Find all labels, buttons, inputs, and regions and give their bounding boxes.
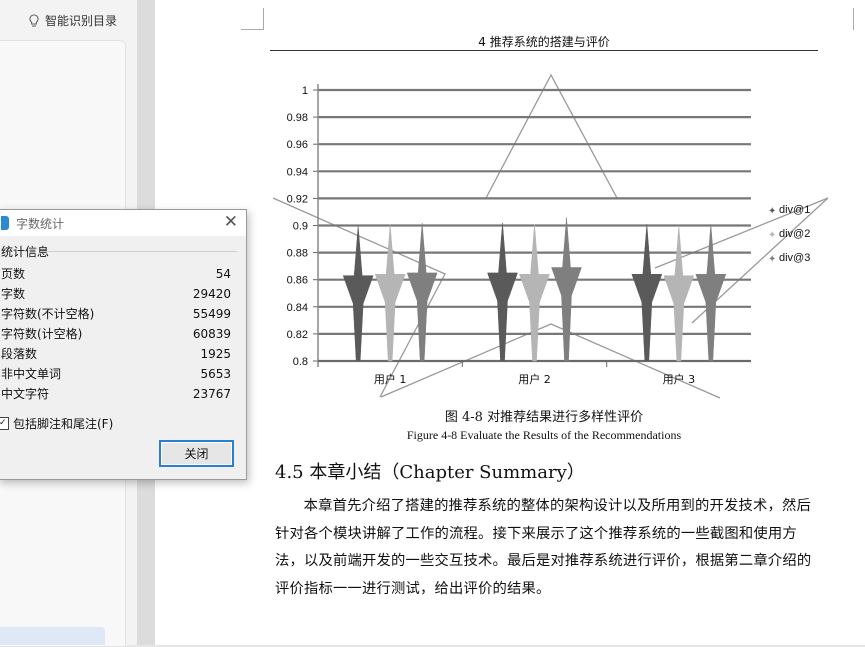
legend-label: div@1: [779, 204, 810, 216]
y-tick-label: 0.94: [287, 166, 308, 178]
app-icon: [1, 216, 9, 230]
page-header: 4 推荐系统的搭建与评价: [478, 35, 610, 49]
legend-label: div@3: [779, 252, 810, 264]
stat-value: 60839: [192, 327, 231, 341]
y-tick-label: 0.92: [287, 193, 308, 205]
y-tick-label: 0.9: [293, 221, 308, 233]
y-tick-label: 0.88: [287, 248, 308, 260]
stat-label: 段落数: [1, 347, 38, 361]
toc-selected-item[interactable]: [0, 627, 105, 645]
section-title: 4.5 本章小结（Chapter Summary）: [275, 462, 585, 483]
bar-div-1-3: [631, 224, 663, 362]
decor-line: [485, 73, 618, 199]
figure-caption-en: Figure 4-8 Evaluate the Results of the R…: [406, 428, 682, 442]
legend-label: div@2: [779, 228, 810, 240]
legend-marker: ✦: [768, 230, 776, 241]
body-paragraph: 本章首先介绍了搭建的推荐系统的整体的架构设计以及所用到的开发技术，然后针对各个模…: [275, 498, 812, 597]
bar-div-3-1: [406, 222, 438, 362]
stat-value: 29420: [192, 287, 231, 301]
bar-div-2-3: [663, 225, 695, 362]
page-corner-mark: [853, 8, 854, 30]
dialog-titlebar[interactable]: 字数统计 ✕: [0, 210, 246, 236]
stat-row: 非中文单词 5653: [0, 364, 231, 384]
stat-row: 段落数 1925: [0, 344, 231, 364]
stat-row: 中文字符 23767: [0, 384, 231, 404]
legend-marker: ✦: [768, 206, 776, 217]
bar-div-3-2: [551, 217, 582, 362]
bar-div-1-1: [342, 225, 374, 362]
stat-label: 页数: [1, 267, 26, 281]
stat-label: 字符数(不计空格): [1, 307, 95, 321]
page-corner-mark: [263, 8, 264, 30]
page-corner-mark: [241, 29, 264, 30]
x-tick-label: 用户 1: [374, 372, 407, 386]
y-tick-label: 1: [302, 85, 308, 97]
stat-row: 页数 54: [0, 264, 231, 284]
bar-div-3-3: [695, 224, 727, 362]
x-tick-label: 用户 2: [518, 372, 551, 386]
y-tick-label: 0.98: [287, 112, 308, 124]
stat-value: 1925: [200, 347, 231, 361]
stat-value: 55499: [192, 307, 231, 321]
smart-toc-label: 智能识别目录: [45, 14, 118, 28]
stat-row: 字数 29420: [0, 284, 231, 304]
dialog-title: 字数统计: [16, 216, 65, 231]
y-tick-label: 0.82: [287, 329, 308, 341]
y-tick-label: 0.8: [293, 356, 308, 368]
stat-value: 23767: [192, 387, 231, 401]
close-button[interactable]: 关闭: [159, 440, 234, 467]
stat-label: 中文字符: [1, 387, 50, 401]
word-count-dialog: 字数统计 ✕ 统计信息 页数 54 字数 29420 字符数(不计空格) 55499 字符数…: [0, 209, 247, 480]
stat-label: 字符数(计空格): [1, 327, 83, 341]
stat-label: 非中文单词: [1, 367, 62, 381]
header-rule: [270, 50, 818, 51]
legend-marker: ✦: [768, 254, 776, 265]
stat-value: 54: [215, 267, 231, 281]
smart-toc-toggle[interactable]: 智能识别目录: [28, 12, 117, 29]
close-icon[interactable]: ✕: [224, 212, 238, 232]
stat-row: 字符数(不计空格) 55499: [0, 304, 231, 324]
diversity-chart: 0.8 0.82 0.84 0.86 0.88 0.9 0.92 0.94 0.96 0.98 1 用…: [272, 73, 829, 399]
x-tick-label: 用户 3: [663, 372, 696, 386]
checkbox-label: 包括脚注和尾注(F): [13, 417, 114, 431]
checkbox-check-icon[interactable]: ✓: [0, 417, 9, 430]
lightbulb-icon: [29, 13, 39, 27]
bar-div-2-2: [519, 224, 550, 362]
group-divider: [41, 251, 237, 252]
y-tick-label: 0.84: [287, 302, 308, 314]
stat-row: 字符数(计空格) 60839: [0, 324, 231, 344]
stats-list: 页数 54 字数 29420 字符数(不计空格) 55499 字符数(计空格) 60839 段落…: [0, 264, 231, 404]
include-footnotes-checkbox[interactable]: ✓ 包括脚注和尾注(F): [0, 415, 113, 432]
y-tick-label: 0.96: [287, 139, 308, 151]
stat-value: 5653: [200, 367, 231, 381]
figure-caption-cn: 图 4-8 对推荐结果进行多样性评价: [444, 410, 644, 425]
y-tick-label: 0.86: [287, 275, 308, 287]
stat-label: 字数: [1, 287, 26, 301]
